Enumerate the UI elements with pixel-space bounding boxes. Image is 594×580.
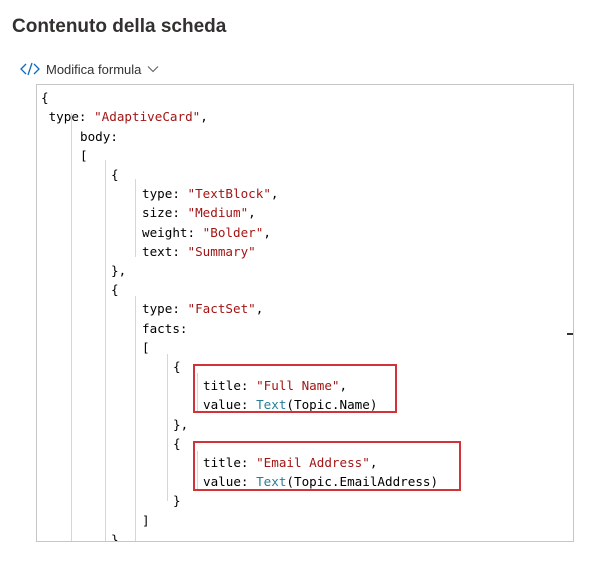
indent-guide — [105, 160, 106, 541]
formula-editor[interactable]: { type: "AdaptiveCard", body: [ { type: … — [36, 84, 574, 542]
code-line: [ — [80, 148, 88, 163]
code-icon — [20, 62, 40, 76]
code-line: body: — [80, 129, 118, 144]
highlight-full-name — [193, 364, 397, 413]
edit-formula-label: Modifica formula — [46, 61, 142, 77]
code-line: } — [173, 493, 181, 508]
code-line: { — [111, 167, 119, 182]
code-line: type: "TextBlock", — [142, 186, 279, 201]
indent-guide — [71, 113, 72, 541]
edit-formula-toggle[interactable]: Modifica formula — [20, 58, 159, 80]
scrollbar-marker[interactable] — [567, 333, 573, 335]
code-line: }, — [111, 263, 127, 278]
code-line: }, — [173, 417, 189, 432]
code-line: { — [173, 359, 181, 374]
indent-guide — [135, 296, 136, 541]
code-line: { — [41, 90, 49, 105]
code-line: type: "AdaptiveCard", — [41, 109, 208, 124]
code-line: facts: — [142, 321, 188, 336]
indent-guide — [167, 354, 168, 501]
code-line: }, — [111, 532, 127, 542]
chevron-down-icon — [147, 66, 159, 73]
indent-guide — [135, 179, 136, 257]
code-line: weight: "Bolder", — [142, 225, 271, 240]
code-line: ] — [142, 513, 150, 528]
code-line: type: "FactSet", — [142, 301, 264, 316]
code-line: size: "Medium", — [142, 205, 256, 220]
page-title: Contenuto della scheda — [12, 16, 227, 37]
code-line: [ — [142, 340, 150, 355]
code-line: text: "Summary" — [142, 244, 256, 259]
highlight-email-address — [193, 441, 461, 491]
code-line: { — [173, 436, 181, 451]
code-line: { — [111, 282, 119, 297]
